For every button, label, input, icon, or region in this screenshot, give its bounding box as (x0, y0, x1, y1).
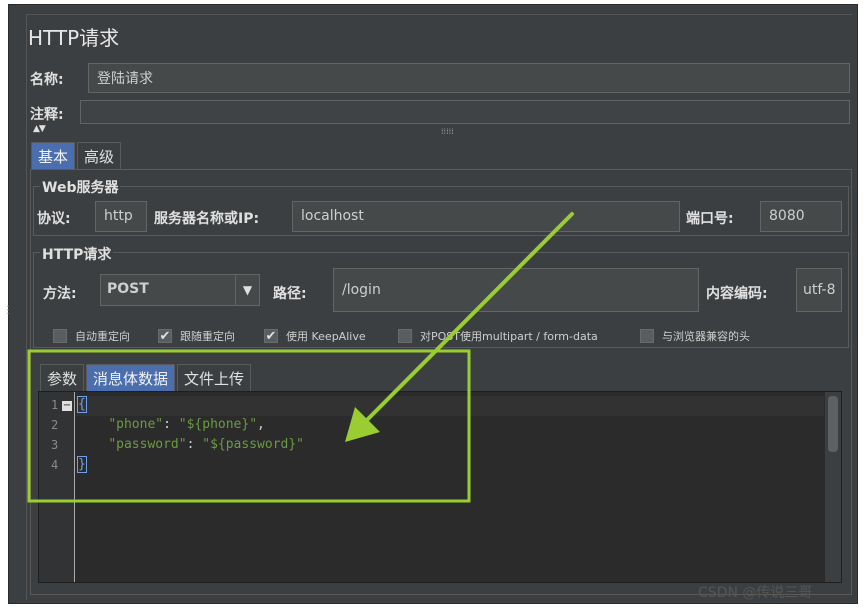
annotation-highlight-box (27, 349, 471, 503)
annotation-overlay (27, 212, 574, 503)
watermark: CSDN @传说三哥 (698, 585, 813, 601)
annotation-arrow-line (360, 212, 574, 427)
